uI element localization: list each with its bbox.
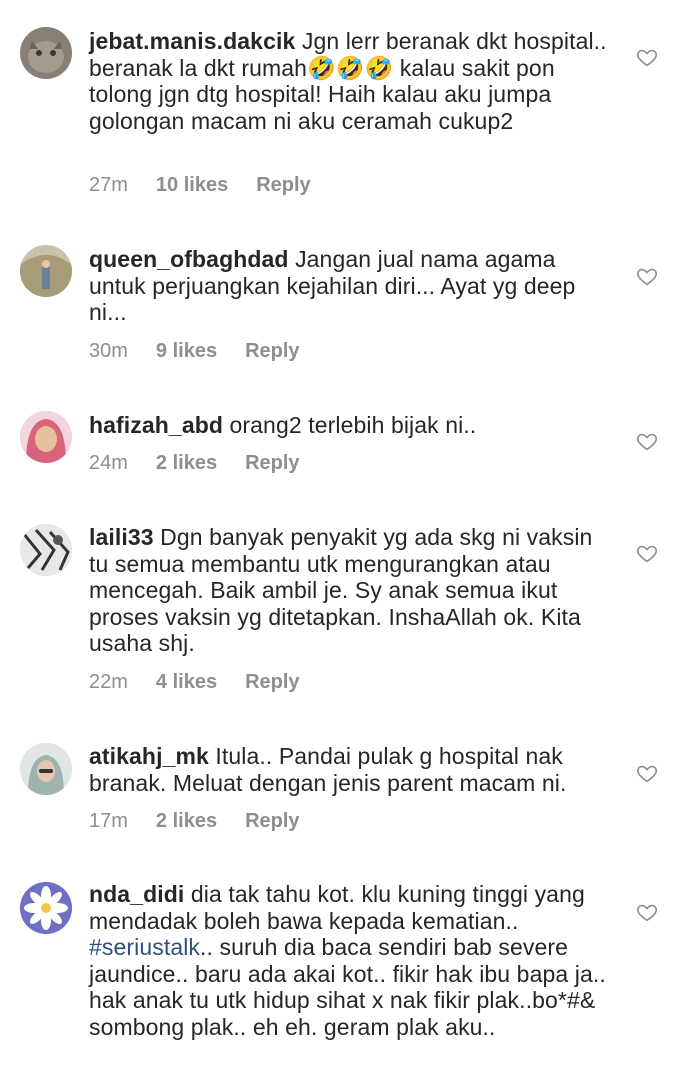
- likes-count[interactable]: 9 likes: [156, 340, 217, 363]
- comment-meta: 30m 9 likes Reply: [89, 340, 300, 363]
- comment-text: nda_didi dia tak tahu kot. klu kuning ti…: [89, 881, 609, 1040]
- comment-username[interactable]: queen_ofbaghdad: [89, 246, 289, 272]
- comment-username[interactable]: nda_didi: [89, 881, 184, 907]
- comment-text: queen_ofbaghdad Jangan jual nama agama u…: [89, 246, 609, 326]
- comment-meta: 27m 10 likes Reply: [89, 174, 311, 197]
- comment-body: Dgn banyak penyakit yg ada skg ni vaksin…: [89, 524, 593, 656]
- comment-username[interactable]: laili33: [89, 524, 154, 550]
- comment-time: 27m: [89, 174, 128, 196]
- likes-count[interactable]: 2 likes: [156, 452, 217, 475]
- comment-username[interactable]: hafizah_abd: [89, 412, 223, 438]
- heart-outline-icon[interactable]: [636, 762, 658, 784]
- comment-meta: 22m 4 likes Reply: [89, 671, 300, 694]
- reply-button[interactable]: Reply: [245, 671, 299, 694]
- comment-username[interactable]: jebat.manis.dakcik: [89, 28, 295, 54]
- reply-button[interactable]: Reply: [245, 340, 299, 363]
- heart-outline-icon[interactable]: [636, 265, 658, 287]
- heart-outline-icon[interactable]: [636, 430, 658, 452]
- comment-time: 24m: [89, 452, 128, 474]
- avatar[interactable]: [20, 882, 72, 934]
- avatar[interactable]: [20, 524, 72, 576]
- comment-meta: 24m 2 likes Reply: [89, 452, 300, 475]
- avatar[interactable]: [20, 245, 72, 297]
- comment-text: jebat.manis.dakcik Jgn lerr beranak dkt …: [89, 28, 609, 134]
- comment-time: 30m: [89, 340, 128, 362]
- heart-outline-icon[interactable]: [636, 901, 658, 923]
- comment-text: hafizah_abd orang2 terlebih bijak ni..: [89, 412, 609, 439]
- comment-username[interactable]: atikahj_mk: [89, 743, 209, 769]
- heart-outline-icon[interactable]: [636, 46, 658, 68]
- likes-count[interactable]: 4 likes: [156, 671, 217, 694]
- reply-button[interactable]: Reply: [245, 452, 299, 475]
- avatar[interactable]: [20, 411, 72, 463]
- comment-meta: 17m 2 likes Reply: [89, 810, 300, 833]
- hashtag-link[interactable]: #seriustalk: [89, 934, 200, 960]
- comment-time: 22m: [89, 671, 128, 693]
- comment-text: atikahj_mk Itula.. Pandai pulak g hospit…: [89, 743, 609, 796]
- heart-outline-icon[interactable]: [636, 542, 658, 564]
- reply-button[interactable]: Reply: [245, 810, 299, 833]
- comment-time: 17m: [89, 810, 128, 832]
- emoji: 🤣🤣🤣: [307, 54, 394, 81]
- likes-count[interactable]: 10 likes: [156, 174, 228, 197]
- avatar[interactable]: [20, 27, 72, 79]
- reply-button[interactable]: Reply: [256, 174, 310, 197]
- avatar[interactable]: [20, 743, 72, 795]
- likes-count[interactable]: 2 likes: [156, 810, 217, 833]
- comment-text: laili33 Dgn banyak penyakit yg ada skg n…: [89, 524, 609, 657]
- comment-body: orang2 terlebih bijak ni..: [229, 412, 477, 438]
